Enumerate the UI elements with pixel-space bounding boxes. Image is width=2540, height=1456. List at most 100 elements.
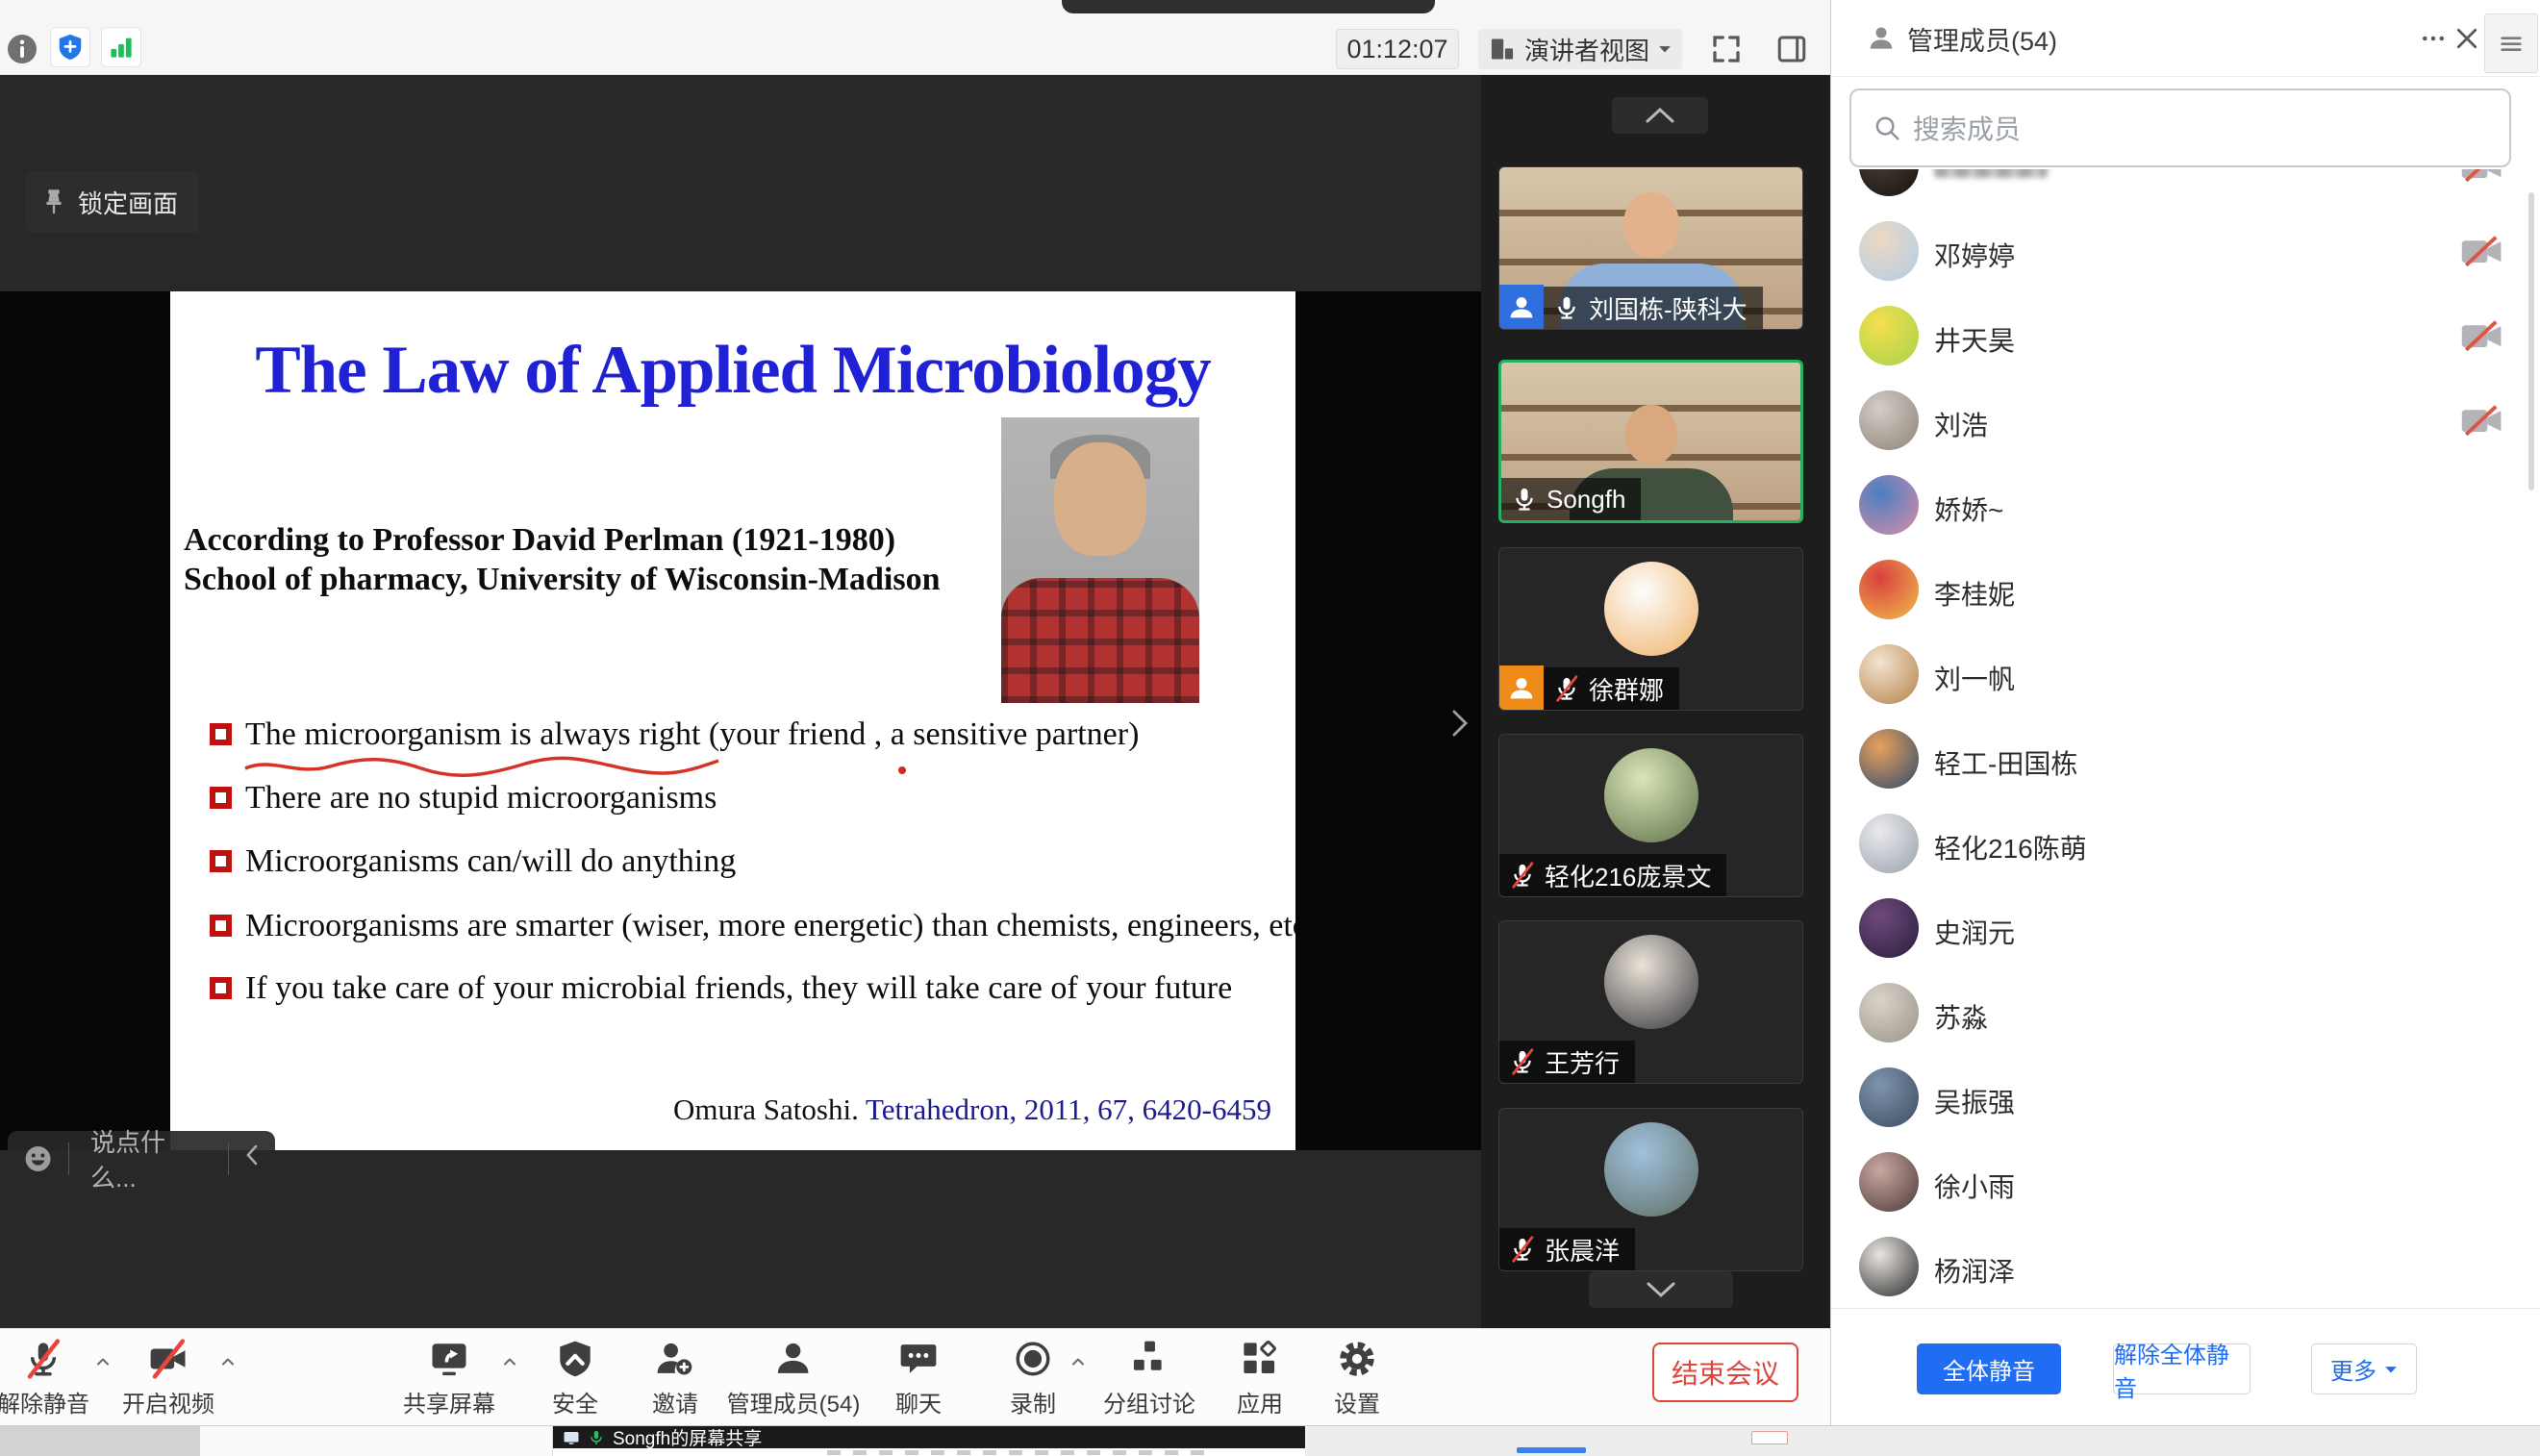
member-name: 刘浩 (1934, 405, 1988, 443)
member-row[interactable]: 吴振强 (1831, 1055, 2527, 1140)
toolbar-apps-button[interactable]: 应用 (1237, 1339, 1283, 1418)
toolbar-members-button[interactable]: 管理成员(54) (727, 1339, 861, 1418)
member-row[interactable]: 李桂妮 (1831, 547, 2527, 632)
member-list-scrollbar[interactable] (2528, 192, 2534, 490)
member-row[interactable]: 轻工-田国栋 (1831, 716, 2527, 801)
chevron-up-icon[interactable] (1066, 1352, 1091, 1371)
member-row[interactable]: 徐小雨 (1831, 1140, 2527, 1224)
video-tile[interactable]: 王芳行 (1498, 920, 1803, 1084)
tile-participant-name: 徐群娜 (1589, 671, 1664, 707)
layout-icon (1489, 36, 1516, 63)
quick-chat-placeholder[interactable]: 说点什么... (69, 1123, 228, 1194)
meeting-info-icon[interactable] (2, 29, 42, 69)
slide-bullet: Microorganisms are smarter (wiser, more … (170, 908, 1286, 950)
scroll-down-button[interactable] (1589, 1271, 1733, 1308)
slide-bullet: If you take care of your microbial frien… (170, 970, 1286, 1013)
toolbar-cam-off-button[interactable]: 开启视频 (122, 1339, 214, 1418)
end-meeting-button[interactable]: 结束会议 (1652, 1343, 1798, 1402)
member-name: 邓婷婷 (1934, 236, 2015, 274)
video-tile[interactable]: 张晨洋 (1498, 1108, 1803, 1271)
chevron-up-icon[interactable] (497, 1352, 522, 1371)
chevron-up-icon[interactable] (215, 1352, 240, 1371)
panel-more-button[interactable] (2416, 21, 2451, 56)
member-row-clipped[interactable] (1831, 169, 2527, 209)
video-tile[interactable]: 刘国栋-陕科大 (1498, 166, 1803, 330)
avatar (1859, 729, 1919, 789)
side-panel-toggle-button[interactable] (1772, 29, 1812, 69)
toolbar-share-screen-button[interactable]: 共享屏幕 (403, 1339, 495, 1418)
member-row[interactable]: 苏淼 (1831, 970, 2527, 1055)
slide-bullet: The microorganism is always right (your … (170, 716, 1286, 759)
pin-view-button[interactable]: 锁定画面 (26, 171, 199, 233)
member-row[interactable]: 轻化216陈萌 (1831, 801, 2527, 886)
camera-off-icon (2460, 169, 2504, 183)
mic-on-icon (1511, 486, 1538, 513)
participant-avatar (1604, 748, 1698, 842)
search-members-input[interactable]: 搜索成员 (1849, 88, 2511, 167)
member-name: 史润元 (1934, 913, 2015, 951)
toolbar-record-button[interactable]: 录制 (1010, 1339, 1056, 1418)
floating-share-tab[interactable] (1062, 0, 1435, 13)
avatar (1859, 306, 1919, 365)
bullet-text: Microorganisms are smarter (wiser, more … (245, 908, 1295, 944)
member-list: 邓婷婷井天昊刘浩娇娇~李桂妮刘一帆轻工-田国栋轻化216陈萌史润元苏淼吴振强徐小… (1831, 169, 2527, 1308)
member-row[interactable]: 邓婷婷 (1831, 209, 2527, 293)
unmute-all-button[interactable]: 解除全体静音 (2113, 1343, 2251, 1394)
member-row[interactable]: 史润元 (1831, 886, 2527, 970)
more-button[interactable]: 更多 (2311, 1343, 2417, 1394)
bullet-text: If you take care of your microbial frien… (245, 970, 1232, 1007)
scroll-up-button[interactable] (1612, 97, 1708, 134)
member-row[interactable]: 刘浩 (1831, 378, 2527, 463)
mute-all-button[interactable]: 全体静音 (1917, 1343, 2061, 1394)
avatar (1859, 898, 1919, 958)
share-screen-icon (429, 1339, 469, 1379)
toolbar-chat-button[interactable]: 聊天 (895, 1339, 942, 1418)
panel-menu-button[interactable] (2484, 13, 2538, 73)
bullet-text: There are no stupid microorganisms (245, 780, 717, 816)
mic-off-icon (1509, 862, 1536, 889)
member-name: 轻工-田国栋 (1934, 743, 2077, 782)
mini-monitor-icon (563, 1429, 580, 1446)
toolbar-label: 应用 (1237, 1385, 1283, 1418)
toolbar-invite-button[interactable]: 邀请 (652, 1339, 698, 1418)
mic-off-icon (1553, 675, 1580, 702)
toolbar-label: 解除静音 (0, 1385, 89, 1418)
toolbar-breakout-button[interactable]: 分组讨论 (1103, 1339, 1195, 1418)
member-row[interactable]: 娇娇~ (1831, 463, 2527, 547)
chevron-down-icon (2384, 1365, 2398, 1374)
view-mode-selector[interactable]: 演讲者视图 (1478, 29, 1682, 69)
fullscreen-button[interactable] (1706, 29, 1747, 69)
participant-avatar (1604, 935, 1698, 1029)
toolbar-settings-button[interactable]: 设置 (1334, 1339, 1380, 1418)
quick-chat-bar[interactable]: 说点什么... (8, 1131, 275, 1186)
panel-close-button[interactable] (2450, 21, 2484, 56)
network-signal-icon[interactable] (101, 27, 141, 67)
toolbar-shield-button[interactable]: 安全 (552, 1339, 598, 1418)
host-badge-icon (1499, 285, 1544, 329)
avatar (1859, 1067, 1919, 1127)
slide-citation: Omura Satoshi. Tetrahedron, 2011, 67, 64… (673, 1092, 1271, 1127)
mini-preview-end-button (1751, 1431, 1788, 1444)
member-row[interactable]: 刘一帆 (1831, 632, 2527, 716)
collapse-chat-icon[interactable] (229, 1143, 275, 1173)
tile-participant-name: 轻化216庞景文 (1545, 858, 1711, 893)
expand-panel-arrow[interactable] (1446, 703, 1473, 743)
video-tile[interactable]: 轻化216庞景文 (1498, 734, 1803, 897)
tile-name-label: 轻化216庞景文 (1499, 854, 1726, 896)
member-row[interactable]: 杨润泽 (1831, 1224, 2527, 1308)
toolbar-mic-off-button[interactable]: 解除静音 (0, 1339, 89, 1418)
video-tile[interactable]: Songfh (1498, 360, 1803, 523)
mic-off-icon (1509, 1236, 1536, 1263)
member-row[interactable]: 井天昊 (1831, 293, 2527, 378)
screen-share-preview-titlebar[interactable]: Songfh的屏幕共享 (553, 1426, 1305, 1448)
avatar (1859, 390, 1919, 450)
share-banner-label: Songfh的屏幕共享 (613, 1424, 762, 1450)
shield-icon (555, 1339, 595, 1379)
red-wavy-annotation (243, 755, 720, 780)
video-tile[interactable]: 徐群娜 (1498, 547, 1803, 711)
pin-icon (39, 188, 68, 216)
chevron-up-icon[interactable] (90, 1352, 115, 1371)
bullet-square-icon (210, 787, 232, 809)
security-shield-icon[interactable] (50, 27, 90, 67)
toolbar-label: 分组讨论 (1103, 1385, 1195, 1418)
